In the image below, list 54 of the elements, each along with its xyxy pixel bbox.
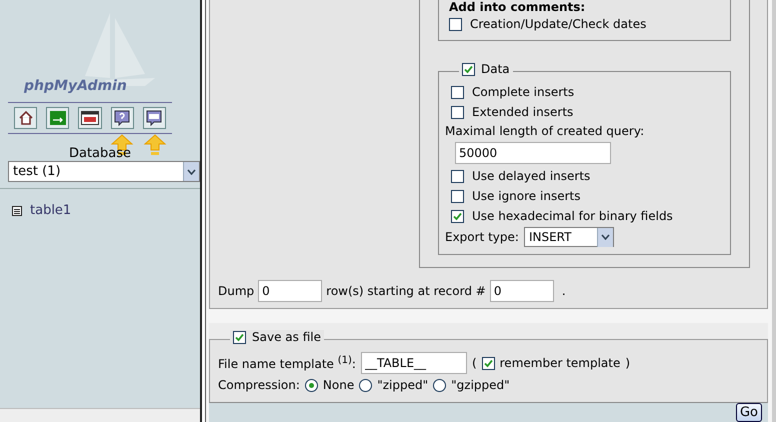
- checkbox[interactable]: [451, 190, 464, 202]
- field-label: Maximal length of created query:: [445, 123, 646, 140]
- database-label: Database: [68, 146, 132, 161]
- checkbox[interactable]: [451, 106, 464, 118]
- input-field[interactable]: 0: [258, 280, 322, 302]
- radio-label: "zipped": [377, 378, 428, 392]
- radio-button[interactable]: [359, 378, 372, 392]
- checkbox[interactable]: [451, 170, 464, 182]
- exit-icon[interactable]: [46, 107, 70, 129]
- input-field[interactable]: 0: [490, 280, 554, 302]
- dump-text: row(s) starting at record #: [326, 284, 486, 298]
- option-label: Use delayed inserts: [472, 169, 590, 183]
- input-field[interactable]: __TABLE__: [360, 352, 467, 374]
- dump-label: Dump: [218, 284, 254, 298]
- field-label: Export type:: [445, 230, 519, 244]
- help-icon[interactable]: [110, 107, 134, 129]
- compression-label: Compression:: [218, 378, 300, 392]
- dump-text: .: [562, 284, 566, 298]
- logo: phpMyAdmin: [24, 78, 127, 94]
- radio-label: None: [322, 378, 354, 392]
- option-label: Use hexadecimal for binary fields: [472, 209, 673, 223]
- up-arrow-icon: [143, 134, 167, 156]
- home-icon[interactable]: [14, 107, 38, 129]
- checkbox[interactable]: [449, 18, 462, 30]
- checkbox[interactable]: [462, 62, 475, 76]
- paren-text: ): [625, 356, 630, 370]
- checkbox[interactable]: [451, 86, 464, 98]
- chevron-down-icon: [187, 168, 196, 174]
- radio-label: "gzipped": [451, 378, 510, 392]
- database-select[interactable]: test (1): [8, 161, 200, 182]
- horizontal-scrollbar[interactable]: [0, 408, 200, 422]
- sql-query-icon[interactable]: [142, 107, 166, 129]
- save-legend: Save as file: [252, 330, 321, 344]
- radio-button[interactable]: [304, 378, 318, 392]
- chevron-down-icon: [600, 234, 610, 240]
- option-label: Use ignore inserts: [472, 189, 580, 203]
- sql-window-icon[interactable]: [78, 107, 102, 129]
- export-type-select[interactable]: INSERT: [524, 227, 614, 247]
- option-label: Complete inserts: [472, 85, 574, 99]
- go-button[interactable]: Go: [736, 403, 762, 422]
- checkbox[interactable]: [233, 330, 246, 344]
- comments-heading: Add into comments:: [449, 0, 586, 14]
- checkbox[interactable]: [451, 210, 464, 222]
- radio-button[interactable]: [433, 378, 446, 392]
- checkbox[interactable]: [482, 356, 495, 370]
- input-field[interactable]: 50000: [455, 142, 611, 164]
- table-link[interactable]: table1: [30, 203, 72, 218]
- option-label: Creation/Update/Check dates: [470, 17, 646, 31]
- template-label: File name template $^{(1)}$:: [218, 355, 356, 371]
- paren-text: (: [472, 356, 477, 370]
- table-icon: [12, 206, 22, 216]
- remember-label: remember template: [500, 356, 620, 370]
- data-legend: Data: [481, 62, 510, 76]
- option-label: Extended inserts: [472, 105, 574, 119]
